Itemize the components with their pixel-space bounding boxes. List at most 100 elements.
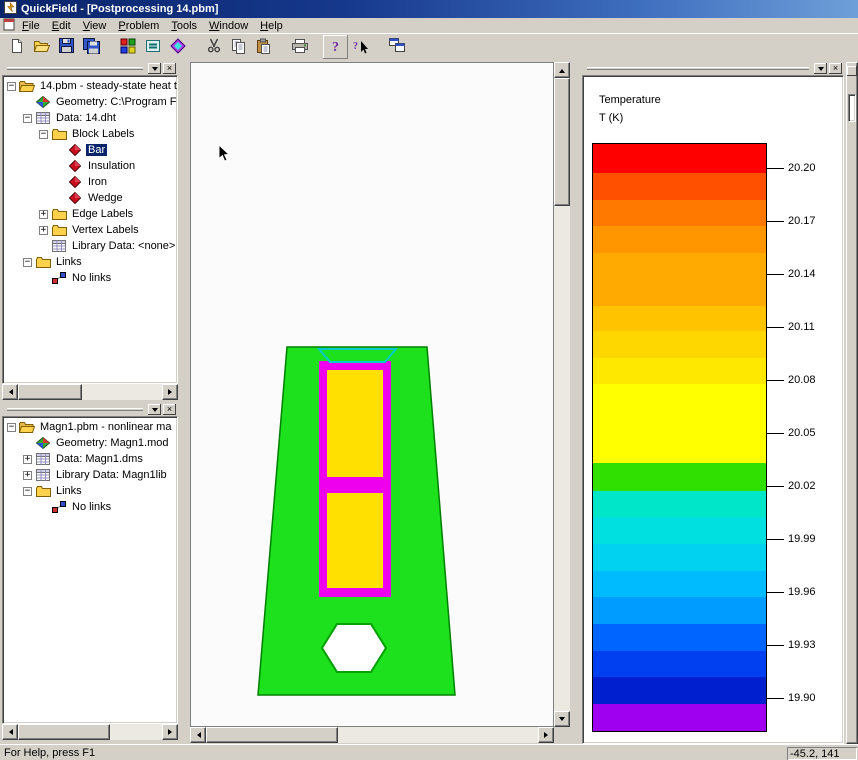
tree-item-library-data-none[interactable]: Library Data: <none> xyxy=(3,238,177,254)
pane-drag-grip[interactable] xyxy=(587,67,809,70)
document-icon[interactable] xyxy=(3,18,16,34)
tree-item-label: No links xyxy=(72,272,112,284)
tree-item-geometry-magn1-mod[interactable]: Geometry: Magn1.mod xyxy=(3,435,177,451)
pane-dropdown-button[interactable] xyxy=(148,63,161,74)
pane-drag-grip[interactable] xyxy=(7,408,143,411)
legend-color-band xyxy=(593,306,766,331)
expand-icon[interactable]: + xyxy=(39,209,48,219)
pane-dropdown-button[interactable] xyxy=(814,63,827,74)
tree-item-label: Library Data: <none> xyxy=(72,240,176,252)
scrollbar-track[interactable] xyxy=(554,78,570,711)
scrollbar-track[interactable] xyxy=(206,727,538,743)
expand-icon[interactable]: + xyxy=(23,454,32,464)
scroll-right-button[interactable] xyxy=(162,724,178,740)
pane-close-button[interactable]: × xyxy=(163,404,176,415)
save-button[interactable] xyxy=(54,35,79,59)
scroll-up-button[interactable] xyxy=(554,62,570,78)
scroll-left-button[interactable] xyxy=(2,384,18,400)
collapse-icon[interactable]: − xyxy=(7,422,16,432)
horizontal-scrollbar[interactable] xyxy=(190,727,554,743)
scrollbar-track[interactable] xyxy=(18,724,162,740)
tree-item-library-data-magn1lib[interactable]: + Library Data: Magn1lib xyxy=(3,467,177,483)
tree-item-14-pbm-steady-state-heat-t[interactable]: − 14.pbm - steady-state heat t xyxy=(3,78,177,94)
menu-edit[interactable]: Edit xyxy=(46,19,77,33)
wizard-button[interactable] xyxy=(165,35,190,59)
folder-icon xyxy=(35,484,51,498)
tree-item-block-labels[interactable]: − Block Labels xyxy=(3,126,177,142)
menu-window[interactable]: Window xyxy=(203,19,254,33)
model-view-canvas[interactable] xyxy=(190,62,554,727)
bar-region-upper[interactable] xyxy=(327,370,383,477)
tree-item-no-links[interactable]: No links xyxy=(3,499,177,515)
pane-close-button[interactable]: × xyxy=(163,63,176,74)
new-button[interactable] xyxy=(4,35,29,59)
help-button[interactable]: ? xyxy=(323,35,348,59)
tree-item-wedge[interactable]: Wedge xyxy=(3,190,177,206)
menu-file[interactable]: File xyxy=(16,19,46,33)
scroll-down-button[interactable] xyxy=(554,711,570,727)
collapse-icon[interactable]: − xyxy=(23,113,32,123)
tree-item-vertex-labels[interactable]: + Vertex Labels xyxy=(3,222,177,238)
tree-item-no-links[interactable]: No links xyxy=(3,270,177,286)
scrollbar-track[interactable] xyxy=(18,384,162,400)
wedge-region[interactable] xyxy=(316,348,399,363)
scrollbar-thumb[interactable] xyxy=(206,727,338,743)
collapse-icon[interactable]: − xyxy=(23,486,32,496)
tick-label: 20.05 xyxy=(788,427,816,439)
scrollbar-thumb[interactable] xyxy=(18,384,82,400)
tree-item-data-14-dht[interactable]: − Data: 14.dht xyxy=(3,110,177,126)
print-button[interactable] xyxy=(287,35,312,59)
tick-label: 20.17 xyxy=(788,215,816,227)
tree-item-label: Iron xyxy=(88,176,107,188)
tree-item-edge-labels[interactable]: + Edge Labels xyxy=(3,206,177,222)
collapse-icon[interactable]: − xyxy=(39,129,48,139)
scrollbar-thumb[interactable] xyxy=(554,78,570,206)
collapse-icon[interactable]: − xyxy=(7,81,16,91)
menu-view[interactable]: View xyxy=(77,19,113,33)
tree-item-links[interactable]: − Links xyxy=(3,483,177,499)
legend-color-band xyxy=(593,253,766,306)
title-bar: QuickField - [Postprocessing 14.pbm] xyxy=(0,0,858,18)
copy-button[interactable] xyxy=(226,35,251,59)
calculator-button[interactable] xyxy=(140,35,165,59)
tree-item-links[interactable]: − Links xyxy=(3,254,177,270)
cut-button[interactable] xyxy=(201,35,226,59)
tree-item-iron[interactable]: Iron xyxy=(3,174,177,190)
context-help-button[interactable]: ? xyxy=(348,35,373,59)
pane-dropdown-button[interactable] xyxy=(148,404,161,415)
scroll-right-button[interactable] xyxy=(538,727,554,743)
windows-button[interactable] xyxy=(384,35,409,59)
tree-item-bar[interactable]: Bar xyxy=(3,142,177,158)
tree-item-insulation[interactable]: Insulation xyxy=(3,158,177,174)
tree-item-data-magn1-dms[interactable]: + Data: Magn1.dms xyxy=(3,451,177,467)
expand-icon[interactable]: + xyxy=(39,225,48,235)
menu-help[interactable]: Help xyxy=(254,19,289,33)
scroll-left-button[interactable] xyxy=(190,727,206,743)
expand-icon[interactable]: + xyxy=(23,470,32,480)
save-all-button[interactable] xyxy=(79,35,104,59)
legend-color-band xyxy=(593,358,766,384)
field-picture-button[interactable] xyxy=(115,35,140,59)
new-icon xyxy=(9,38,25,57)
hole-region[interactable] xyxy=(320,623,388,673)
collapse-icon[interactable]: − xyxy=(23,257,32,267)
toolbar-separator xyxy=(276,35,287,59)
vertical-scrollbar[interactable] xyxy=(554,62,570,727)
scroll-left-button[interactable] xyxy=(2,724,18,740)
menu-problem[interactable]: Problem xyxy=(112,19,165,33)
horizontal-scrollbar[interactable] xyxy=(2,724,178,740)
menu-tools[interactable]: Tools xyxy=(165,19,203,33)
tree-item-magn1-pbm-nonlinear-ma[interactable]: − Magn1.pbm - nonlinear ma xyxy=(3,419,177,435)
tree-item-geometry-c-program-fi[interactable]: Geometry: C:\Program Fi xyxy=(3,94,177,110)
scrollbar-thumb[interactable] xyxy=(18,724,110,740)
pane-drag-grip[interactable] xyxy=(7,67,143,70)
scroll-right-button[interactable] xyxy=(162,384,178,400)
strip-button[interactable] xyxy=(847,66,857,76)
bar-region-lower[interactable] xyxy=(327,493,383,588)
tree-item-label: Edge Labels xyxy=(72,208,134,220)
pane-close-button[interactable]: × xyxy=(829,63,842,74)
horizontal-scrollbar[interactable] xyxy=(2,384,178,400)
open-button[interactable] xyxy=(29,35,54,59)
paste-button[interactable] xyxy=(251,35,276,59)
